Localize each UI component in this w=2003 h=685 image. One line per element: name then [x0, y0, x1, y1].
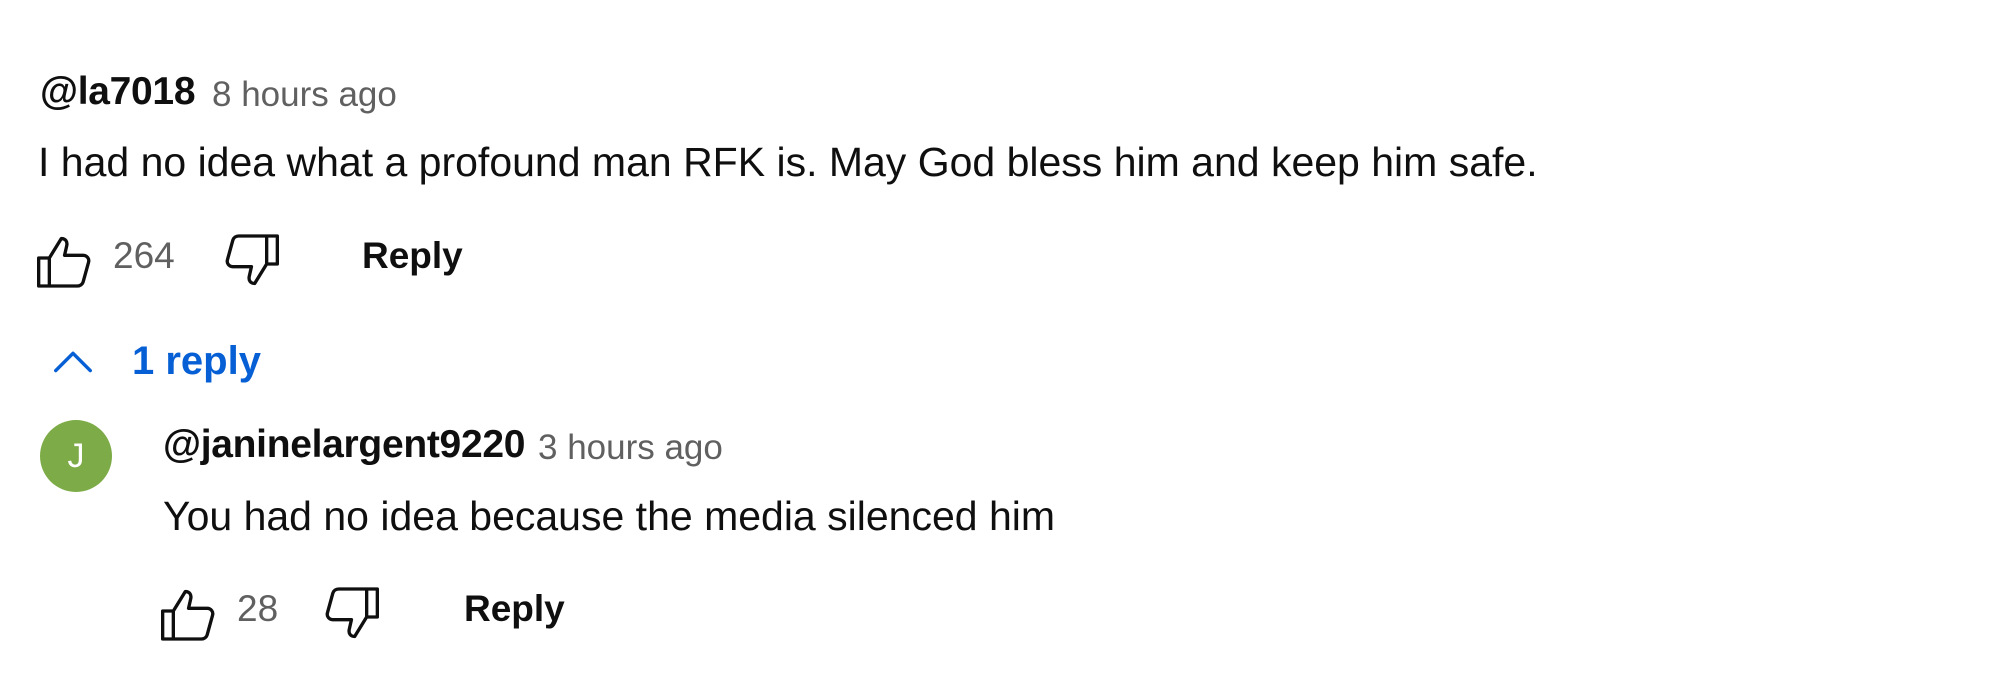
replies-toggle-button[interactable]: 1 reply: [50, 338, 261, 384]
like-button[interactable]: [32, 230, 96, 294]
reply-like-count: 28: [237, 588, 279, 629]
replies-toggle-label: 1 reply: [132, 338, 261, 383]
reply-text: You had no idea because the media silenc…: [163, 493, 1056, 539]
comment-timestamp[interactable]: 8 hours ago: [212, 75, 397, 115]
comment-author[interactable]: @la7018: [40, 70, 196, 114]
reply-author[interactable]: @janinelargent9220: [163, 423, 525, 467]
reply-button[interactable]: Reply: [362, 235, 463, 277]
thumbs-down-icon: [325, 587, 379, 639]
comment-text: I had no idea what a profound man RFK is…: [38, 139, 1538, 185]
reply-dislike-button[interactable]: [320, 581, 384, 645]
thumbs-up-icon: [161, 589, 215, 641]
dislike-button[interactable]: [220, 228, 284, 292]
chevron-up-icon: [54, 351, 92, 373]
avatar[interactable]: J: [40, 420, 112, 492]
reply-timestamp[interactable]: 3 hours ago: [538, 428, 723, 468]
thumbs-down-icon: [225, 234, 279, 286]
reply-reply-button[interactable]: Reply: [464, 588, 565, 630]
reply-like-button[interactable]: [156, 583, 220, 647]
like-count: 264: [113, 235, 175, 276]
avatar-letter: J: [67, 436, 85, 475]
thumbs-up-icon: [37, 236, 91, 288]
